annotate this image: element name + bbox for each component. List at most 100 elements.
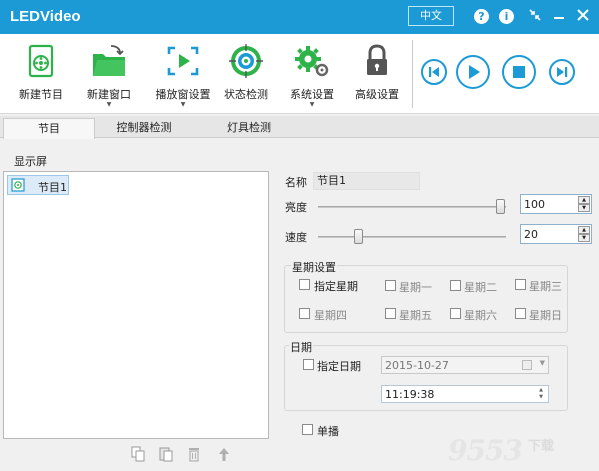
brightness-value: 100: [524, 198, 545, 211]
screen-label: 显示屏: [14, 155, 47, 168]
time-spinner[interactable]: 11:19:38 ▲ ▼: [381, 385, 549, 403]
tab-lamp-check[interactable]: 灯具检测: [210, 118, 288, 138]
brightness-slider-thumb[interactable]: [496, 199, 505, 214]
gear-icon: [292, 42, 332, 80]
stop-icon: [513, 66, 525, 78]
day-checkbox-sun[interactable]: [515, 308, 526, 319]
help-icon[interactable]: ?: [474, 9, 489, 24]
previous-button[interactable]: [421, 59, 447, 85]
app-title: LEDVideo: [10, 8, 81, 25]
spin-down-icon[interactable]: ▼: [578, 234, 590, 242]
date-group-title: 日期: [289, 339, 313, 355]
copy-icon[interactable]: [130, 446, 146, 462]
chevron-down-icon: ▼: [180, 101, 186, 108]
chevron-down-icon[interactable]: ▼: [540, 359, 545, 367]
date-value: 2015-10-27: [385, 359, 449, 372]
brightness-spinner[interactable]: 100 ▲ ▼: [520, 194, 592, 214]
day-checkbox-wed[interactable]: [515, 279, 526, 290]
name-field[interactable]: 节目1: [313, 172, 420, 190]
day-checkbox-tue[interactable]: [450, 280, 461, 291]
paste-icon[interactable]: [158, 446, 174, 462]
play-button[interactable]: [456, 55, 490, 89]
day-checkbox-fri[interactable]: [385, 308, 396, 319]
target-icon: [226, 42, 266, 80]
language-button[interactable]: 中文: [408, 6, 454, 26]
watermark-logo: 9553: [448, 434, 523, 467]
day-checkbox-mon[interactable]: [385, 280, 396, 291]
previous-icon: [429, 67, 439, 77]
spin-down-icon[interactable]: ▼: [578, 204, 590, 212]
brightness-slider-track[interactable]: [318, 206, 506, 208]
brightness-label: 亮度: [285, 201, 307, 214]
toolbar-divider: [412, 40, 413, 108]
folder-icon: [89, 42, 129, 80]
day-label-tue: 星期二: [464, 281, 497, 294]
new-window-label: 新建窗口: [87, 88, 131, 101]
specify-date-checkbox[interactable]: [303, 359, 314, 370]
name-label: 名称: [285, 176, 307, 189]
new-program-button[interactable]: 新建节目: [18, 42, 64, 102]
tab-bar: 节目 控制器检测 灯具检测: [0, 116, 599, 139]
time-value: 11:19:38: [385, 388, 435, 401]
new-window-button[interactable]: 新建窗口 ▼: [86, 42, 132, 108]
play-icon: [469, 65, 480, 79]
specify-week-label: 指定星期: [314, 280, 358, 293]
tree-item-label: 节目1: [38, 181, 67, 194]
speed-spinner[interactable]: 20 ▲ ▼: [520, 224, 592, 244]
week-settings-title: 星期设置: [291, 259, 337, 275]
day-checkbox-thu[interactable]: [299, 308, 310, 319]
specify-date-label: 指定日期: [317, 360, 361, 373]
specify-week-checkbox[interactable]: [299, 279, 310, 290]
day-checkbox-sat[interactable]: [450, 308, 461, 319]
play-window-settings-button[interactable]: 播放窗设置 ▼: [154, 42, 212, 108]
name-value: 节目1: [317, 174, 346, 187]
advanced-settings-label: 高级设置: [355, 88, 399, 101]
tab-program[interactable]: 节目: [3, 118, 95, 139]
speed-label: 速度: [285, 231, 307, 244]
stop-button[interactable]: [502, 55, 536, 89]
spin-down-icon[interactable]: ▼: [536, 394, 546, 401]
day-label-mon: 星期一: [399, 281, 432, 294]
chevron-down-icon: ▼: [106, 101, 112, 108]
toolbar: 新建节目 新建窗口 ▼ 播放窗设置 ▼ 状态检测 系统设置 ▼ 高级设置: [0, 34, 599, 114]
tree-item-program[interactable]: 节目1: [7, 175, 69, 195]
move-up-icon[interactable]: [216, 446, 232, 462]
tab-controller-check[interactable]: 控制器检测: [100, 118, 188, 138]
day-label-sat: 星期六: [464, 309, 497, 322]
day-label-wed: 星期三: [529, 280, 562, 293]
advanced-settings-button[interactable]: 高级设置: [354, 42, 400, 102]
calendar-checkbox-icon[interactable]: [522, 360, 532, 370]
date-picker[interactable]: 2015-10-27 ▼: [381, 356, 549, 374]
day-label-sun: 星期日: [529, 309, 562, 322]
next-icon: [557, 67, 568, 77]
close-icon[interactable]: [575, 9, 591, 25]
tree-toolbar: [3, 439, 269, 469]
speed-slider-track[interactable]: [318, 236, 506, 238]
play-window-settings-label: 播放窗设置: [155, 88, 211, 101]
collapse-icon[interactable]: [527, 8, 543, 26]
next-button[interactable]: [549, 59, 575, 85]
spin-up-icon[interactable]: ▲: [578, 196, 590, 204]
system-settings-label: 系统设置: [290, 88, 334, 101]
watermark-sub: 下载: [528, 439, 555, 454]
new-program-label: 新建节目: [19, 88, 63, 101]
delete-icon[interactable]: [186, 446, 202, 462]
program-tree: 节目1: [3, 171, 269, 439]
day-label-thu: 星期四: [314, 309, 347, 322]
spin-up-icon[interactable]: ▲: [536, 387, 546, 394]
chevron-down-icon: ▼: [309, 101, 315, 108]
day-label-fri: 星期五: [399, 309, 432, 322]
program-icon: [11, 178, 25, 192]
system-settings-button[interactable]: 系统设置 ▼: [289, 42, 335, 108]
spin-up-icon[interactable]: ▲: [578, 226, 590, 234]
info-icon[interactable]: i: [499, 9, 514, 24]
film-icon: [21, 42, 61, 80]
play-window-icon: [163, 42, 203, 80]
speed-value: 20: [524, 228, 538, 241]
single-play-checkbox[interactable]: [302, 424, 313, 435]
title-bar: LEDVideo 中文 ? i: [0, 0, 599, 34]
lock-icon: [357, 42, 397, 80]
minimize-icon[interactable]: [551, 5, 567, 25]
speed-slider-thumb[interactable]: [354, 229, 363, 244]
status-check-button[interactable]: 状态检测: [223, 42, 269, 102]
